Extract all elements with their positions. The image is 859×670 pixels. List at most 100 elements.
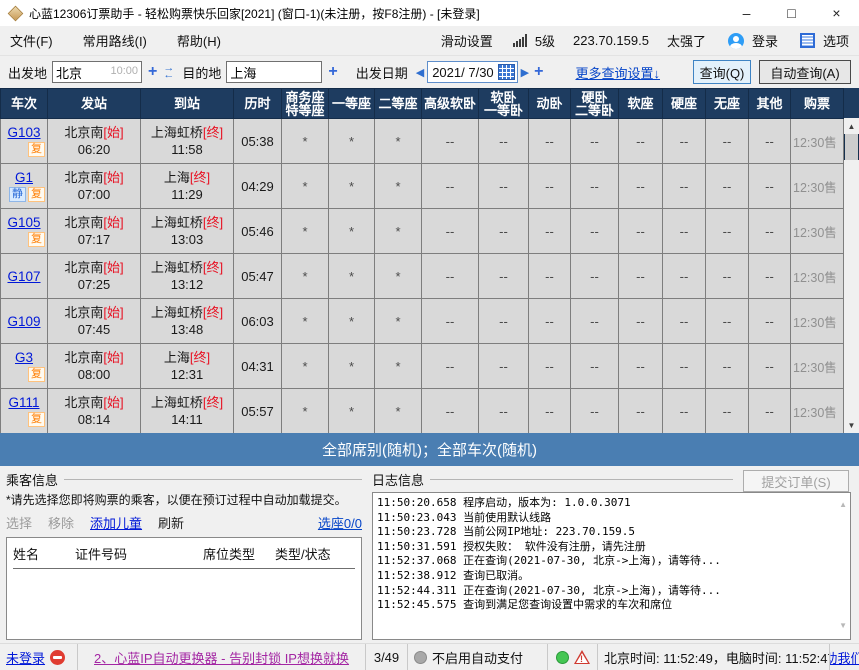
arrive-time: 12:31 [141, 366, 233, 383]
passenger-col-header: 类型/状态 [275, 544, 355, 563]
train-row[interactable]: G1 静复 北京南[始] 07:00 上海[终] 11:29 04:29 * *… [1, 164, 844, 209]
add-to-icon[interactable]: + [328, 64, 337, 80]
seat-cell: -- [619, 254, 663, 299]
train-row[interactable]: G103 复 北京南[始] 06:20 上海虹桥[终] 11:58 05:38 … [1, 119, 844, 164]
from-field-wrap: 10:00 [52, 61, 142, 83]
train-results-grid: 车次 发站 到站 历时 商务座 特等座 一等座 二等座 高级软卧 软卧 一等卧 … [0, 88, 859, 433]
seat-cell: -- [706, 119, 749, 164]
to-input[interactable] [227, 62, 321, 82]
buy-status-cell: 12:30售 [791, 389, 844, 434]
time-info: 北京时间: 11:52:49，电脑时间: 11:52:47 [604, 648, 830, 667]
train-number-link[interactable]: G3 [1, 350, 47, 365]
seat-cell: -- [571, 119, 619, 164]
seat-cell: -- [479, 254, 529, 299]
seat-cell: -- [663, 254, 706, 299]
menu-file[interactable]: 文件(F) [10, 31, 53, 50]
scroll-down-icon[interactable]: ▼ [844, 417, 859, 433]
train-number-link[interactable]: G1 [1, 170, 47, 185]
submit-order-button[interactable]: 提交订单(S) [743, 470, 849, 492]
add-child-link[interactable]: 添加儿童 [90, 513, 142, 532]
train-number-link[interactable]: G103 [1, 125, 47, 140]
maximize-button[interactable]: □ [769, 0, 814, 26]
seat-cell: -- [706, 164, 749, 209]
train-number-link[interactable]: G107 [1, 269, 47, 284]
scrollbar-track[interactable] [844, 160, 859, 417]
train-row[interactable]: G109 北京南[始] 07:45 上海虹桥[终] 13:48 06:03 * … [1, 299, 844, 344]
terminus-flag: [终] [203, 395, 223, 410]
passenger-col-header: 席位类型 [203, 544, 275, 563]
refresh-button[interactable]: 刷新 [158, 513, 184, 532]
add-from-icon[interactable]: + [148, 64, 157, 80]
depart-time: 06:20 [48, 141, 140, 158]
depart-time: 08:14 [48, 411, 140, 428]
seat-cell: -- [749, 254, 791, 299]
remove-passenger-button[interactable]: 移除 [48, 513, 74, 532]
log-output: 11:50:20.658 程序启动，版本为: 1.0.0.3071 11:50:… [372, 492, 851, 640]
train-number-cell: G111 复 [1, 389, 48, 434]
seat-cell: -- [529, 164, 571, 209]
scrollbar-thumb[interactable] [845, 134, 858, 160]
seat-cell: -- [663, 119, 706, 164]
seat-cell: -- [619, 119, 663, 164]
scroll-up-icon[interactable]: ▲ [844, 118, 859, 134]
query-counter: 3/49 [374, 650, 399, 665]
seat-cell: * [282, 299, 329, 344]
menu-routes[interactable]: 常用路线(I) [83, 31, 147, 50]
more-query-settings-link[interactable]: 更多查询设置↓ [575, 63, 660, 82]
seat-cell: -- [529, 254, 571, 299]
add-date-icon[interactable]: + [534, 64, 543, 80]
column-header: 软座 [619, 89, 663, 119]
train-row[interactable]: G111 复 北京南[始] 08:14 上海虹桥[终] 14:11 05:57 … [1, 389, 844, 434]
arrive-station-cell: 上海虹桥[终] 14:11 [141, 389, 234, 434]
login-status-link[interactable]: 未登录 [6, 648, 45, 667]
column-header: 一等座 [329, 89, 375, 119]
seat-cell: * [282, 119, 329, 164]
select-passenger-button[interactable]: 选择 [6, 513, 32, 532]
bottom-area: 乘客信息 *请先选择您即将购票的乘客，以便在预订过程中自动加载提交。 选择 移除… [0, 466, 859, 643]
scrollbar-header-spacer [844, 88, 859, 118]
seat-cell: -- [663, 344, 706, 389]
seat-cell: * [282, 389, 329, 434]
options-icon[interactable] [800, 33, 815, 48]
log-scroll-down-icon[interactable]: ▼ [839, 619, 847, 634]
no-entry-icon [50, 650, 65, 665]
menu-help[interactable]: 帮助(H) [177, 31, 221, 50]
log-scroll-up-icon[interactable]: ▲ [839, 498, 847, 513]
train-row[interactable]: G105 复 北京南[始] 07:17 上海虹桥[终] 13:03 05:46 … [1, 209, 844, 254]
minimize-button[interactable]: – [724, 0, 769, 26]
divider [64, 479, 362, 480]
train-number-link[interactable]: G111 [1, 395, 47, 410]
column-header: 高级软卧 [422, 89, 479, 119]
seat-cell: * [375, 344, 422, 389]
train-row[interactable]: G3 复 北京南[始] 08:00 上海[终] 12:31 04:31 * * … [1, 344, 844, 389]
seat-cell: -- [571, 299, 619, 344]
seat-pick-link[interactable]: 选座0/0 [318, 513, 362, 532]
origin-flag: [始] [103, 215, 123, 230]
seat-cell: -- [749, 164, 791, 209]
login-button[interactable]: 登录 [752, 31, 778, 50]
ip-changer-ad-link[interactable]: 2、心蓝IP自动更换器 - 告别封锁 IP想换就换 [94, 648, 349, 667]
login-user-icon[interactable] [728, 33, 744, 49]
next-day-icon[interactable]: ▶ [521, 66, 529, 79]
table-scrollbar[interactable]: ▲ ▼ [844, 88, 859, 433]
calendar-icon[interactable] [498, 64, 515, 80]
options-button[interactable]: 选项 [823, 31, 849, 50]
swap-stations-icon[interactable]: →← [163, 65, 174, 79]
train-number-link[interactable]: G105 [1, 215, 47, 230]
terminus-flag: [终] [190, 350, 210, 365]
column-header: 车次 [1, 89, 48, 119]
train-number-link[interactable]: G109 [1, 314, 47, 329]
arrive-station-cell: 上海虹桥[终] 13:12 [141, 254, 234, 299]
donate-link[interactable]: 捐助我们 [830, 648, 859, 667]
auto-query-button[interactable]: 自动查询(A) [759, 60, 851, 84]
train-number-cell: G107 [1, 254, 48, 299]
prev-day-icon[interactable]: ◀ [416, 66, 424, 79]
close-button[interactable]: × [814, 0, 859, 26]
train-tag-fu: 复 [28, 187, 45, 202]
date-field[interactable]: 2021/ 7/30 [427, 61, 517, 83]
menu-slide-settings[interactable]: 滑动设置 [441, 31, 493, 50]
query-button[interactable]: 查询(Q) [693, 60, 751, 84]
seat-cell: -- [571, 389, 619, 434]
train-row[interactable]: G107 北京南[始] 07:25 上海虹桥[终] 13:12 05:47 * … [1, 254, 844, 299]
column-header: 购票 [791, 89, 844, 119]
